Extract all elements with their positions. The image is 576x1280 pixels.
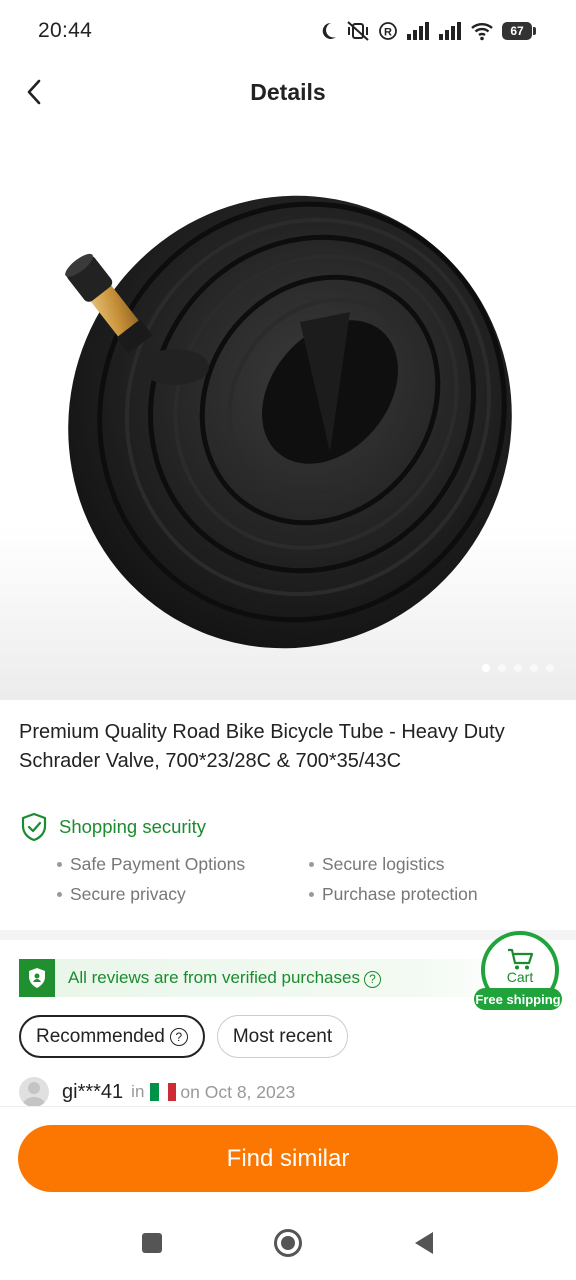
shield-check-icon — [21, 812, 47, 842]
home-button[interactable] — [268, 1223, 308, 1263]
security-item: Secure privacy — [57, 884, 186, 905]
find-similar-button[interactable]: Find similar — [18, 1125, 558, 1192]
tab-most-recent[interactable]: Most recent — [216, 1015, 349, 1058]
product-image-gallery[interactable] — [0, 122, 576, 700]
cart-label: Cart — [506, 969, 534, 985]
security-list: Safe Payment Options Secure logistics Se… — [19, 854, 559, 924]
pagination-dot — [514, 664, 522, 672]
product-title: Premium Quality Road Bike Bicycle Tube -… — [19, 721, 505, 772]
cart-icon — [508, 948, 534, 970]
question-icon[interactable]: ? — [169, 1027, 188, 1046]
image-pagination — [482, 664, 554, 672]
pagination-dot — [546, 664, 554, 672]
signal-icon — [407, 22, 429, 40]
free-shipping-badge: Free shipping — [474, 988, 562, 1010]
pagination-dot — [530, 664, 538, 672]
back-nav-button[interactable] — [404, 1223, 444, 1263]
reviewer-in-label: in — [131, 1082, 145, 1101]
avatar — [19, 1077, 49, 1107]
triangle-back-icon — [415, 1232, 433, 1254]
bottom-action-bar: Find similar — [0, 1106, 576, 1206]
tab-recommended[interactable]: Recommended? — [19, 1015, 205, 1058]
verified-shield-icon — [19, 959, 55, 997]
review-author: gi***41 in on Oct 8, 2023 — [19, 1076, 295, 1108]
security-title: Shopping security — [59, 816, 207, 837]
security-item: Safe Payment Options — [57, 854, 245, 875]
review-tabs: Recommended? Most recent — [19, 1015, 349, 1058]
circle-icon — [274, 1229, 302, 1257]
reviewer-name: gi***41 — [62, 1080, 124, 1103]
status-time: 20:44 — [38, 19, 93, 42]
svg-text:R: R — [384, 27, 392, 39]
recents-button[interactable] — [132, 1223, 172, 1263]
signal-icon — [439, 22, 461, 40]
chevron-left-icon — [27, 79, 41, 105]
wifi-icon — [471, 23, 493, 41]
verified-text: All reviews are from verified purchases? — [68, 968, 381, 988]
status-bar: 20:44 R 67 — [0, 0, 576, 62]
shopping-security[interactable]: Shopping security Safe Payment Options S… — [19, 812, 559, 924]
mute-vibrate-icon — [347, 21, 369, 41]
battery-icon: 67 — [502, 22, 536, 40]
pagination-dot — [498, 664, 506, 672]
system-nav-bar — [0, 1206, 576, 1280]
square-icon — [142, 1233, 162, 1253]
security-item: Purchase protection — [309, 884, 478, 905]
moon-icon — [322, 22, 336, 39]
header: Details — [0, 62, 576, 122]
pagination-dot — [482, 664, 490, 672]
status-icons: R 67 — [318, 21, 536, 41]
back-button[interactable] — [14, 72, 54, 112]
question-icon[interactable]: ? — [363, 970, 381, 988]
battery-level: 67 — [502, 22, 532, 40]
italy-flag-icon — [150, 1083, 177, 1101]
bicycle-tube-image — [65, 195, 512, 649]
page-title: Details — [250, 78, 326, 105]
security-header: Shopping security — [19, 812, 559, 842]
verified-reviews-banner[interactable]: All reviews are from verified purchases? — [19, 959, 519, 997]
registered-icon: R — [379, 22, 397, 40]
floating-cart-button[interactable]: Cart Free shipping — [474, 931, 562, 1011]
security-item: Secure logistics — [309, 854, 445, 875]
review-date: on Oct 8, 2023 — [180, 1081, 296, 1102]
